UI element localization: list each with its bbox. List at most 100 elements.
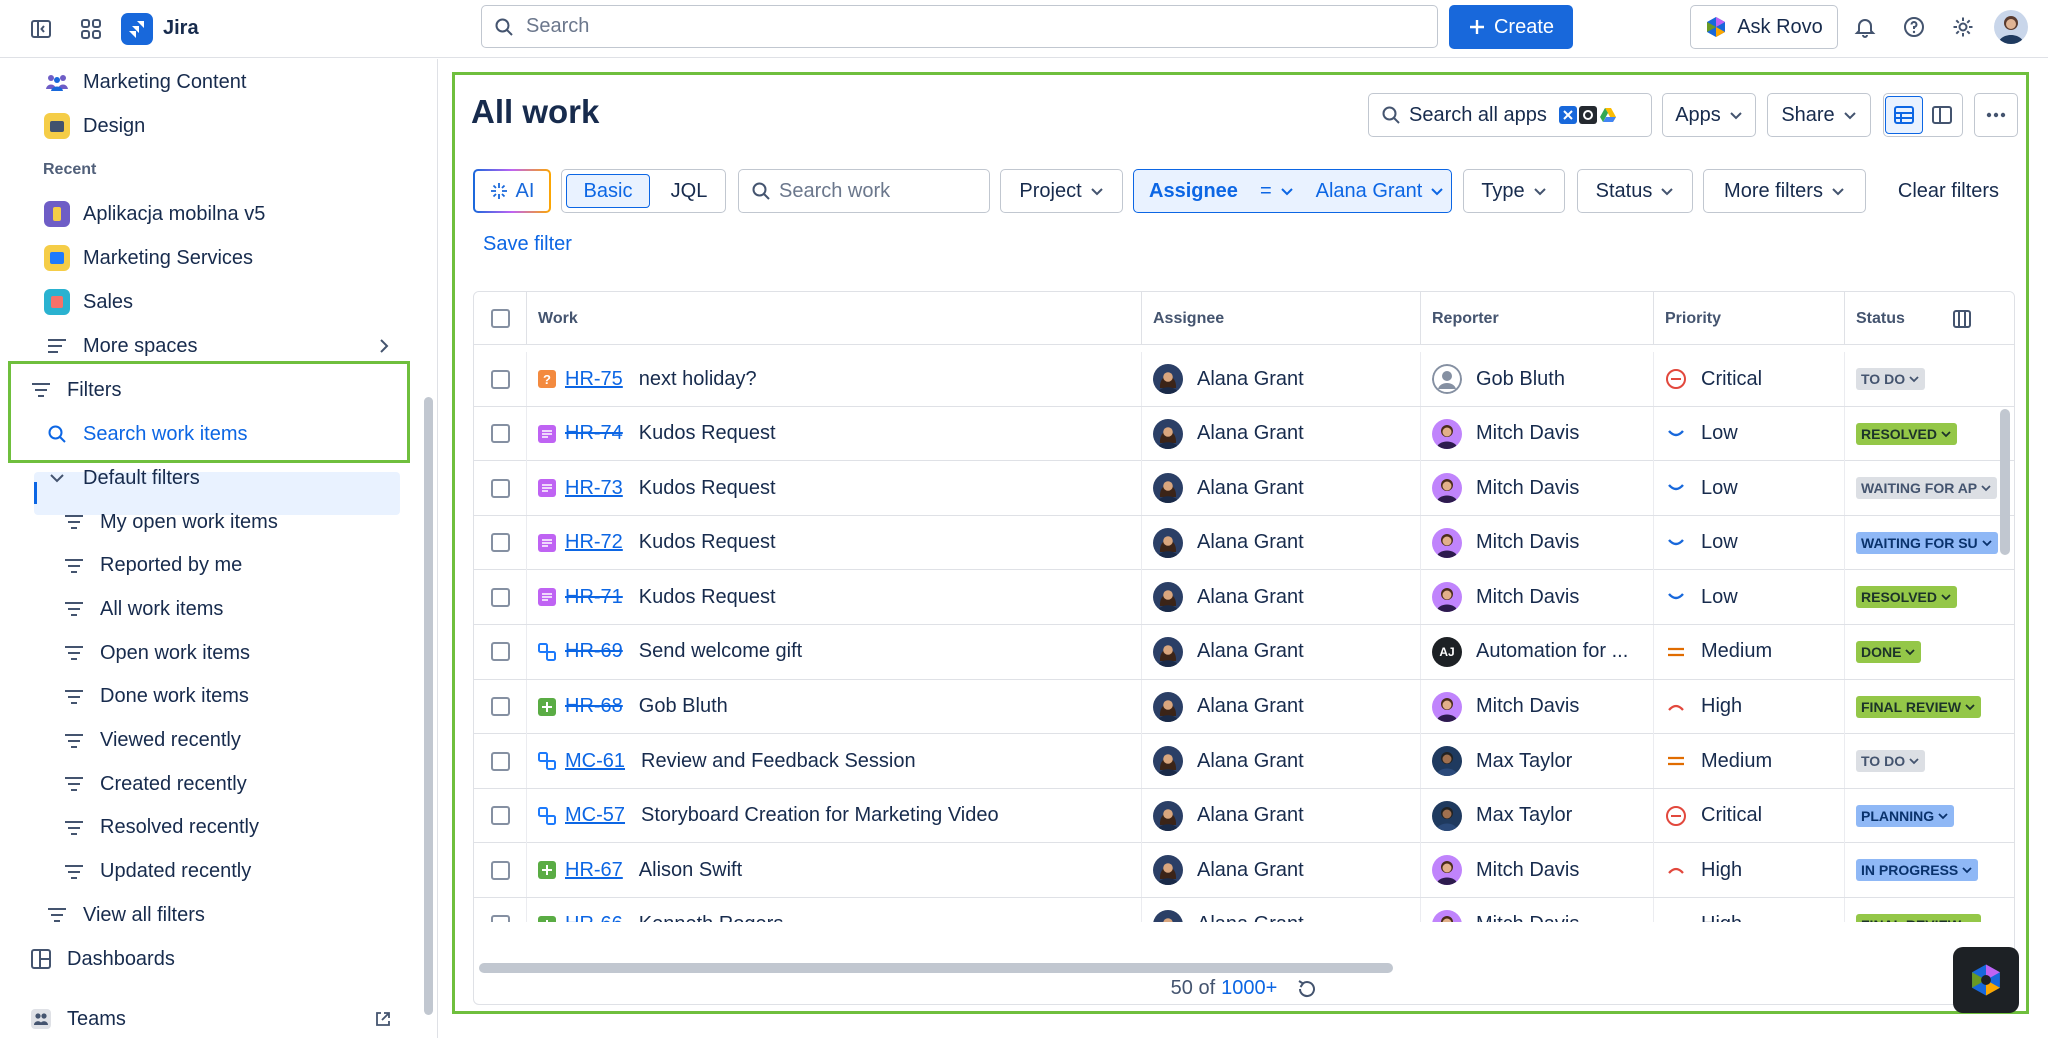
status-lozenge[interactable]: WAITING FOR AP [1856, 477, 1998, 500]
sidebar-filter-item[interactable]: Done work items [60, 677, 249, 717]
sidebar-item-default-filters[interactable]: Default filters [43, 458, 200, 498]
table-row[interactable]: ? HR-75 next holiday? Alana Grant Gob Bluth C… [474, 352, 2014, 407]
jira-logo[interactable]: Jira [121, 12, 199, 45]
refresh-icon[interactable] [1297, 979, 1317, 999]
assignee-cell[interactable]: Alana Grant [1142, 624, 1421, 679]
sidebar-item-dashboards[interactable]: Dashboards [27, 939, 175, 979]
create-button[interactable]: Create [1449, 5, 1573, 49]
assignee-cell[interactable]: Alana Grant [1142, 352, 1421, 406]
reporter-cell[interactable]: Mitch Davis [1421, 406, 1654, 461]
save-filter-link[interactable]: Save filter [483, 233, 572, 256]
work-item-summary[interactable]: Alison Swift [639, 859, 742, 882]
assignee-cell[interactable]: Alana Grant [1142, 406, 1421, 461]
row-checkbox[interactable] [490, 533, 510, 553]
table-row[interactable]: HR-71 Kudos Request Alana Grant Mitch Davis… [474, 570, 2014, 625]
row-checkbox[interactable] [490, 369, 510, 389]
table-row[interactable]: HR-66 Kenneth Rogers Alana Grant Mitch Davi… [474, 897, 2014, 922]
basic-mode-button[interactable]: Basic [566, 174, 650, 208]
reporter-cell[interactable]: Mitch Davis [1421, 843, 1654, 898]
work-item-key-link[interactable]: HR-72 [565, 531, 623, 554]
reporter-cell[interactable]: Mitch Davis [1421, 679, 1654, 734]
work-item-key-link[interactable]: HR-69 [565, 640, 623, 663]
sidebar-toggle-icon[interactable] [21, 9, 61, 49]
sidebar-filter-item[interactable]: Resolved recently [60, 808, 259, 848]
global-search-input[interactable]: Search [481, 5, 1438, 48]
assignee-cell[interactable]: Alana Grant [1142, 570, 1421, 625]
row-checkbox[interactable] [490, 642, 510, 662]
row-checkbox[interactable] [490, 860, 510, 880]
sidebar-item-search-work-items[interactable]: Search work items [43, 414, 248, 454]
sidebar-scrollbar[interactable] [424, 397, 433, 1015]
sidebar-item-teams[interactable]: Teams [27, 999, 391, 1038]
column-picker-icon[interactable] [1953, 309, 1971, 328]
work-item-summary[interactable]: next holiday? [639, 368, 757, 391]
external-link-icon[interactable] [375, 1011, 391, 1027]
app-switcher-icon[interactable] [71, 9, 111, 49]
sidebar-filter-item[interactable]: All work items [60, 589, 223, 629]
priority-cell[interactable]: Medium [1654, 624, 1845, 679]
work-item-summary[interactable]: Kudos Request [639, 531, 776, 554]
horizontal-scrollbar[interactable] [479, 963, 1393, 973]
table-row[interactable]: HR-67 Alison Swift Alana Grant Mitch Davis H… [474, 843, 2014, 898]
status-lozenge[interactable]: PLANNING [1856, 804, 1955, 827]
row-checkbox[interactable] [490, 806, 510, 826]
sidebar-filter-item[interactable]: Updated recently [60, 852, 251, 892]
select-all-checkbox[interactable] [490, 309, 510, 328]
status-lozenge[interactable]: WAITING FOR SU [1856, 531, 1998, 554]
more-actions-button[interactable] [1974, 93, 2018, 137]
apps-dropdown[interactable]: Apps [1662, 93, 1756, 137]
work-item-summary[interactable]: Kudos Request [639, 586, 776, 609]
clear-filters-button[interactable]: Clear filters [1876, 169, 2021, 213]
rovo-chat-button[interactable] [1953, 947, 2019, 1013]
work-item-summary[interactable]: Kudos Request [639, 422, 776, 445]
column-header-work[interactable]: Work [527, 292, 1142, 345]
search-all-apps-button[interactable]: Search all apps [1368, 93, 1652, 137]
column-header-priority[interactable]: Priority [1654, 292, 1845, 345]
jql-mode-button[interactable]: JQL [658, 174, 720, 208]
row-checkbox[interactable] [490, 751, 510, 771]
sidebar-filter-item[interactable]: My open work items [60, 502, 278, 542]
table-row[interactable]: MC-61 Review and Feedback Session Alana Gr… [474, 734, 2014, 789]
work-item-summary[interactable]: Gob Bluth [639, 695, 728, 718]
assignee-cell[interactable]: Alana Grant [1142, 897, 1421, 922]
sidebar-filter-item[interactable]: Viewed recently [60, 721, 241, 761]
sidebar-item-aplikacja-mobilna[interactable]: Aplikacja mobilna v5 [43, 194, 265, 234]
reporter-cell[interactable]: Mitch Davis [1421, 515, 1654, 570]
status-lozenge[interactable]: DONE [1856, 640, 1922, 663]
row-checkbox[interactable] [490, 424, 510, 444]
sidebar-item-marketing-services[interactable]: Marketing Services [43, 238, 253, 278]
work-item-summary[interactable]: Send welcome gift [639, 640, 802, 663]
table-row[interactable]: MC-57 Storyboard Creation for Marketing V… [474, 788, 2014, 844]
priority-cell[interactable]: Critical [1654, 352, 1845, 406]
reporter-cell[interactable]: Mitch Davis [1421, 570, 1654, 625]
assignee-cell[interactable]: Alana Grant [1142, 679, 1421, 734]
row-checkbox[interactable] [490, 478, 510, 498]
work-item-key-link[interactable]: HR-74 [565, 422, 623, 445]
column-header-reporter[interactable]: Reporter [1421, 292, 1654, 345]
pager-total-link[interactable]: 1000+ [1221, 977, 1277, 1000]
table-row[interactable]: HR-74 Kudos Request Alana Grant Mitch Davis… [474, 406, 2014, 462]
table-row[interactable]: HR-73 Kudos Request Alana Grant Mitch Davis… [474, 461, 2014, 516]
table-row[interactable]: HR-69 Send welcome gift Alana Grant AJ Autom… [474, 624, 2014, 680]
vertical-scrollbar[interactable] [2000, 409, 2010, 555]
sidebar-item-marketing-content[interactable]: Marketing Content [43, 62, 246, 102]
priority-cell[interactable]: Medium [1654, 734, 1845, 789]
reporter-cell[interactable]: Gob Bluth [1421, 352, 1654, 406]
priority-cell[interactable]: Low [1654, 570, 1845, 625]
status-lozenge[interactable]: FINAL REVIEW [1856, 913, 1982, 922]
row-checkbox[interactable] [490, 915, 510, 922]
assignee-operator[interactable]: = [1260, 180, 1272, 203]
project-filter[interactable]: Project [1000, 169, 1123, 213]
status-filter[interactable]: Status [1577, 169, 1693, 213]
assignee-cell[interactable]: Alana Grant [1142, 515, 1421, 570]
ask-rovo-button[interactable]: Ask Rovo [1690, 5, 1838, 49]
work-item-key-link[interactable]: HR-67 [565, 859, 623, 882]
work-item-summary[interactable]: Storyboard Creation for Marketing Video [641, 804, 999, 827]
reporter-cell[interactable]: Max Taylor [1421, 788, 1654, 843]
row-checkbox[interactable] [490, 697, 510, 717]
status-lozenge[interactable]: TO DO [1856, 750, 1926, 773]
detail-view-icon[interactable] [1923, 96, 1961, 134]
sidebar-filter-item[interactable]: Created recently [60, 764, 247, 804]
priority-cell[interactable]: Low [1654, 515, 1845, 570]
priority-cell[interactable]: High [1654, 843, 1845, 898]
